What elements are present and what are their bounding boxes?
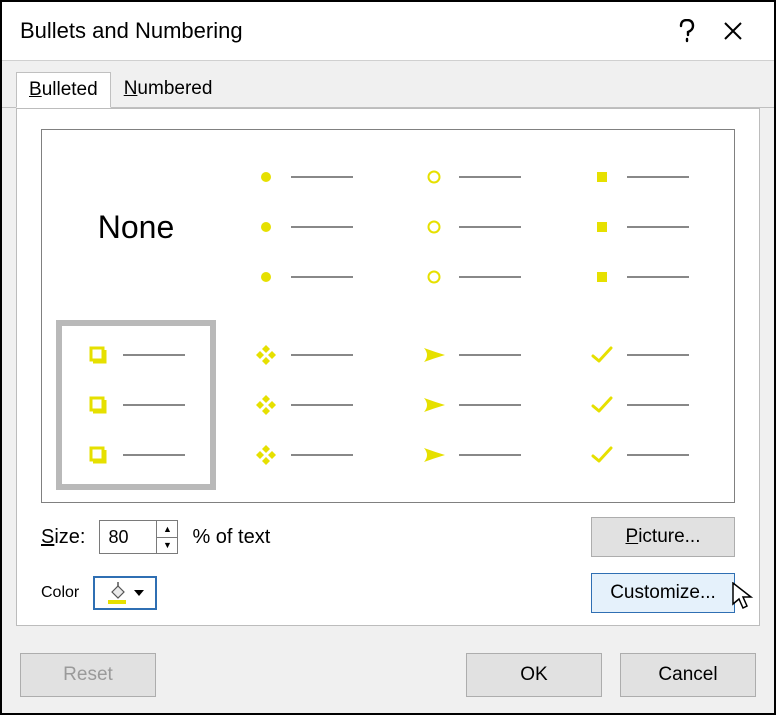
disc-bullet-icon xyxy=(255,166,277,188)
size-spin-up[interactable]: ▲ xyxy=(157,521,177,538)
bullet-option-disc[interactable] xyxy=(224,142,384,312)
check-bullet-icon xyxy=(591,344,613,366)
dialog-body: None xyxy=(2,107,774,640)
paint-bucket-icon xyxy=(106,582,128,604)
size-label: Size: xyxy=(41,526,85,549)
size-input[interactable] xyxy=(100,521,156,553)
none-label: None xyxy=(98,209,175,246)
color-dropdown[interactable] xyxy=(93,576,157,610)
picture-button[interactable]: Picture... xyxy=(591,517,735,557)
square-bullet-icon xyxy=(591,166,613,188)
cancel-button[interactable]: Cancel xyxy=(620,653,756,697)
bullet-option-none[interactable]: None xyxy=(56,142,216,312)
size-suffix: % of text xyxy=(192,526,270,549)
bullet-option-diamond-cluster[interactable] xyxy=(224,320,384,490)
bullet-option-square[interactable] xyxy=(560,142,720,312)
bullet-option-arrow[interactable] xyxy=(392,320,552,490)
bullet-option-circle[interactable] xyxy=(392,142,552,312)
ok-button[interactable]: OK xyxy=(466,653,602,697)
tab-numbered[interactable]: Numbered xyxy=(111,71,226,107)
reset-button[interactable]: Reset xyxy=(20,653,156,697)
color-label: Color xyxy=(41,584,79,602)
chevron-down-icon xyxy=(134,590,144,596)
dialog-title: Bullets and Numbering xyxy=(20,18,664,44)
bullets-numbering-dialog: Bullets and Numbering Bulleted Numbered … xyxy=(0,0,776,715)
size-row: Size: ▲ ▼ % of text Picture... xyxy=(41,517,735,557)
diamond-cluster-bullet-icon xyxy=(255,344,277,366)
size-spin-down[interactable]: ▼ xyxy=(157,538,177,554)
tab-strip: Bulleted Numbered xyxy=(2,60,774,107)
close-icon xyxy=(723,21,743,41)
titlebar: Bullets and Numbering xyxy=(2,2,774,60)
color-row: Color Customize... xyxy=(41,573,735,613)
bullet-style-grid: None xyxy=(41,129,735,503)
dialog-footer: Reset OK Cancel xyxy=(2,637,774,713)
content-panel: None xyxy=(16,108,760,626)
bullet-option-hollow-square[interactable] xyxy=(56,320,216,490)
hollow-square-bullet-icon xyxy=(87,344,109,366)
customize-button[interactable]: Customize... xyxy=(591,573,735,613)
size-spinner[interactable]: ▲ ▼ xyxy=(99,520,178,554)
help-icon xyxy=(679,19,695,43)
close-button[interactable] xyxy=(710,8,756,54)
circle-bullet-icon xyxy=(423,166,445,188)
bullet-option-check[interactable] xyxy=(560,320,720,490)
tab-bulleted[interactable]: Bulleted xyxy=(16,72,111,108)
help-button[interactable] xyxy=(664,8,710,54)
arrow-bullet-icon xyxy=(423,344,445,366)
